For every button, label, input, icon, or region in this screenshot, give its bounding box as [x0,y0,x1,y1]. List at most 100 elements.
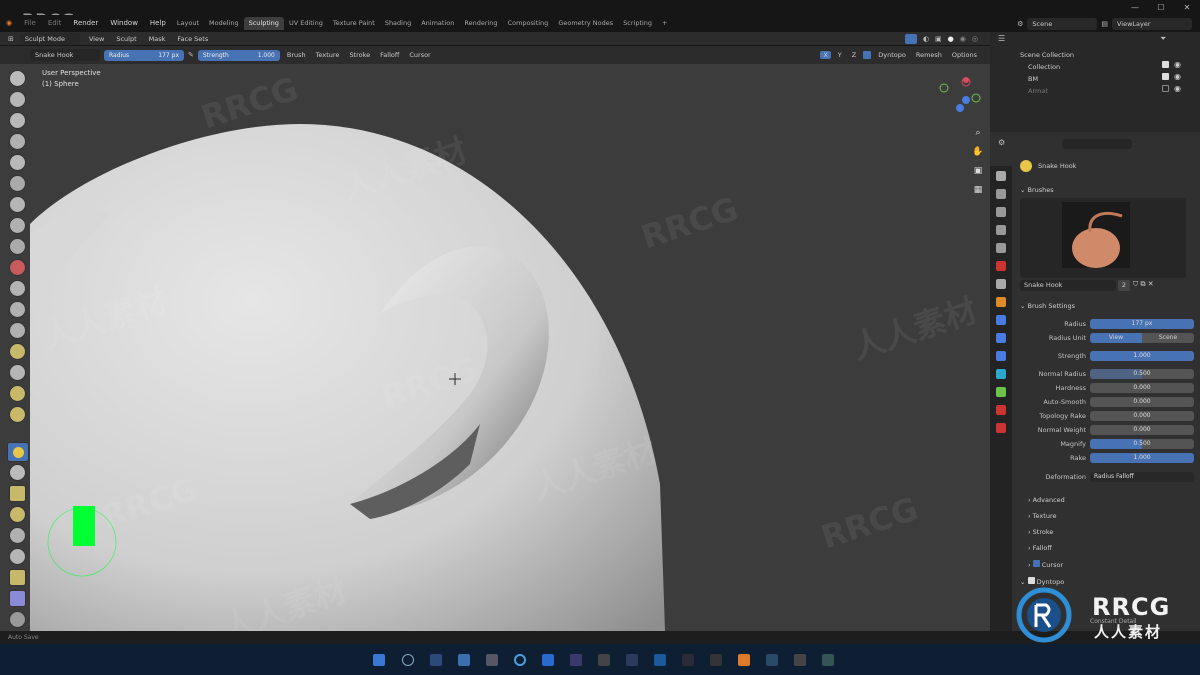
prop-topology-rake-slider[interactable]: 0.000 [1090,411,1194,421]
app-icon-9[interactable] [822,654,834,666]
visibility-eye-icon[interactable]: ◉ [1174,83,1181,95]
cloth-brush-icon[interactable] [9,590,26,607]
flatten-brush-icon[interactable] [9,280,26,297]
exclude-checkbox-3[interactable] [1162,85,1169,92]
physics-tab-icon[interactable] [996,351,1006,361]
material-tab-icon[interactable] [996,405,1006,415]
snake-hook-brush-icon[interactable] [7,442,29,462]
view-layer-tab-icon[interactable] [996,225,1006,235]
pose-brush-icon[interactable] [9,485,26,502]
gizmo-toggle-icon[interactable] [904,33,917,44]
outliner-item-collection[interactable]: Collection [1028,63,1060,71]
outliner-editor-icon[interactable]: ☰ [998,34,1005,43]
multiplane-scrape-brush-icon[interactable] [9,343,26,360]
draw-brush-icon[interactable] [9,70,26,87]
pinch-brush-icon[interactable] [9,364,26,381]
outliner-item-bm[interactable]: BM [1028,75,1038,83]
edge-icon[interactable] [514,654,526,666]
particles-tab-icon[interactable] [996,333,1006,343]
menu-stroke[interactable]: Stroke [346,51,373,59]
menu-edit[interactable]: Edit [42,15,68,32]
navigation-gizmo[interactable] [936,72,986,122]
fake-user-shield-icon[interactable]: ⛉ ⧉ ✕ [1133,280,1154,289]
menu-sculpt[interactable]: Sculpt [113,35,139,43]
3d-viewport[interactable]: User Perspective (1) Sphere ⌕ ✋ ▣ ▦ RRCG… [0,64,990,631]
inflate-brush-icon[interactable] [9,196,26,213]
brush-users-count[interactable]: 2 [1118,280,1130,291]
close-icon[interactable]: ✕ [1174,0,1200,15]
add-workspace-button[interactable]: + [657,17,672,30]
modifier-tab-icon[interactable] [996,315,1006,325]
store-icon[interactable] [542,654,554,666]
scene-tab-icon[interactable] [996,243,1006,253]
tab-sculpting[interactable]: Sculpting [243,17,284,30]
output-tab-icon[interactable] [996,207,1006,217]
world-tab-icon[interactable] [996,261,1006,271]
app-icon-1[interactable] [570,654,582,666]
scrape-brush-icon[interactable] [9,322,26,339]
blender-taskbar-icon[interactable] [738,654,750,666]
axis-y-toggle[interactable]: Y [835,51,845,59]
task-view-icon[interactable] [430,654,442,666]
collection-tab-icon[interactable] [996,279,1006,289]
pen-pressure-icon[interactable]: ✎ [188,51,194,59]
shading-solid-icon[interactable]: ● [948,35,954,43]
tab-compositing[interactable]: Compositing [503,17,554,30]
clay-brush-icon[interactable] [9,112,26,129]
nudge-brush-icon[interactable] [9,506,26,523]
properties-search-input[interactable] [1062,139,1132,149]
prop-normal-radius-slider[interactable]: 0.500 [1090,369,1194,379]
grab-brush-icon[interactable] [9,385,26,402]
menu-mask[interactable]: Mask [146,35,169,43]
radius-unit-scene[interactable]: Scene [1142,333,1194,343]
menu-render[interactable]: Render [67,15,104,32]
advanced-section-header[interactable]: › Advanced [1028,496,1065,504]
texture-tab-icon[interactable] [996,423,1006,433]
brush-preview-panel[interactable] [1020,198,1186,278]
minimize-icon[interactable]: — [1122,0,1148,15]
brush-name-field-panel[interactable]: Snake Hook [1020,280,1116,291]
cursor-checkbox[interactable] [1032,560,1040,567]
prop-rake-slider[interactable]: 1.000 [1090,453,1194,463]
data-tab-icon[interactable] [996,387,1006,397]
menu-face-sets[interactable]: Face Sets [174,35,211,43]
tab-modeling[interactable]: Modeling [204,17,244,30]
search-icon[interactable] [402,654,414,666]
chat-icon[interactable] [486,654,498,666]
visibility-eye-icon[interactable]: ◉ [1174,71,1181,83]
tab-scripting[interactable]: Scripting [618,17,657,30]
prop-strength-slider[interactable]: 1.000 [1090,351,1194,361]
prop-normal-weight-slider[interactable]: 0.000 [1090,425,1194,435]
outliner-item-armat[interactable]: Armat [1028,87,1048,95]
tab-shading[interactable]: Shading [380,17,416,30]
maximize-icon[interactable]: ☐ [1148,0,1174,15]
object-tab-icon[interactable] [996,297,1006,307]
deformation-dropdown[interactable]: Radius Falloff [1090,472,1194,482]
scene-field[interactable]: Scene [1027,17,1098,30]
visibility-eye-icon[interactable]: ◉ [1174,59,1181,71]
menu-file[interactable]: File [18,15,42,32]
stroke-section-header[interactable]: › Stroke [1028,528,1053,536]
exclude-checkbox-2[interactable] [1162,73,1169,80]
menu-help[interactable]: Help [144,15,172,32]
exclude-checkbox[interactable] [1162,61,1169,68]
app-icon-6[interactable] [710,654,722,666]
prop-hardness-slider[interactable]: 0.000 [1090,383,1194,393]
tool-tab-icon[interactable] [996,171,1006,181]
slide-relax-brush-icon[interactable] [9,548,26,565]
properties-editor-icon[interactable]: ⚙ [998,138,1005,147]
draw-sharp-brush-icon[interactable] [9,91,26,108]
app-icon-5[interactable] [682,654,694,666]
zoom-icon[interactable]: ⌕ [972,124,984,143]
blob-brush-icon[interactable] [9,217,26,234]
app-icon-3[interactable] [626,654,638,666]
filter-icon[interactable]: ⏷ [1160,34,1166,44]
brushes-section-header[interactable]: ⌄ Brushes [1020,186,1054,194]
options-menu[interactable]: Options [949,51,980,59]
app-icon-8[interactable] [794,654,806,666]
clay-strips-brush-icon[interactable] [9,133,26,150]
elastic-deform-brush-icon[interactable] [9,406,26,423]
app-icon-2[interactable] [598,654,610,666]
tab-layout[interactable]: Layout [172,17,204,30]
tab-geometry-nodes[interactable]: Geometry Nodes [553,17,618,30]
